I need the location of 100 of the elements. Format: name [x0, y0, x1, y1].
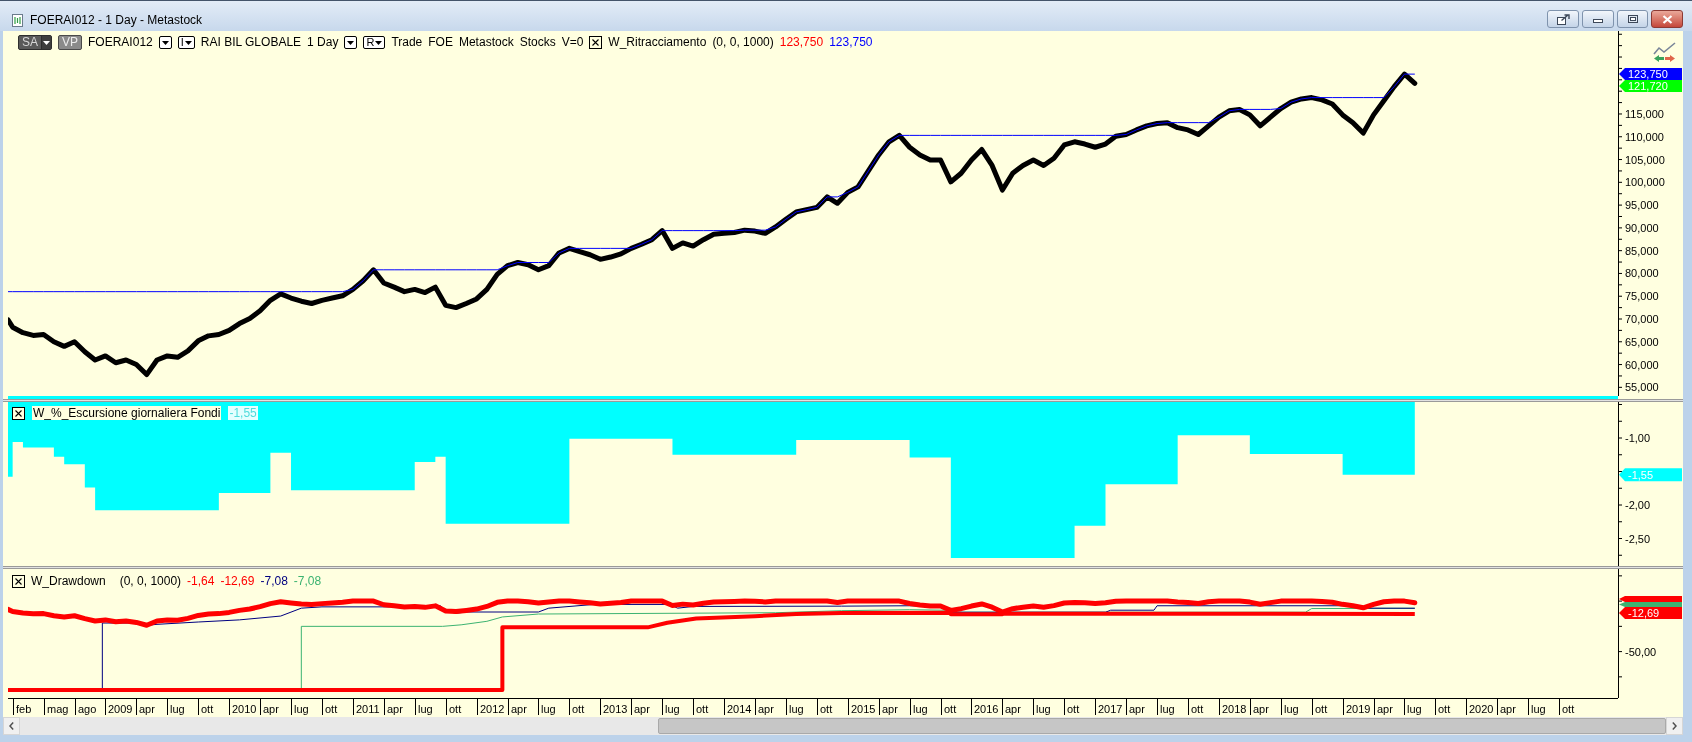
date-label: 2010: [232, 703, 257, 715]
axis-label: 55,000: [1625, 381, 1659, 394]
legend-value: 123,750: [779, 35, 824, 50]
date-label: feb: [16, 703, 32, 715]
date-label: ott: [1191, 703, 1204, 715]
legend-label: Metastock: [458, 35, 514, 50]
popout-button[interactable]: [1547, 10, 1579, 28]
scrollbar-thumb[interactable]: [658, 718, 1666, 734]
date-label: apr: [511, 703, 527, 715]
date-label: 2018: [1222, 703, 1247, 715]
legend-label: RAI BIL GLOBALE: [200, 35, 302, 50]
date-label: ott: [1315, 703, 1328, 715]
legend-label: W_Ritracciamento: [608, 35, 707, 50]
date-label: apr: [139, 703, 155, 715]
minimize-icon: [1593, 19, 1603, 23]
date-label: lug: [789, 703, 804, 715]
indicator-title: W_Drawdown: [31, 574, 106, 588]
caret-icon: [161, 40, 169, 45]
chart-arrows-icon[interactable]: [1653, 42, 1676, 62]
chevron-left-icon: [9, 722, 14, 730]
date-label: ott: [1438, 703, 1451, 715]
date-label: apr: [1005, 703, 1021, 715]
axis-label: -50,00: [1625, 645, 1657, 658]
minimize-button[interactable]: [1582, 10, 1614, 28]
date-label: ago: [78, 703, 97, 715]
date-label: lug: [1531, 703, 1546, 715]
legend-value: -7,08: [260, 574, 288, 588]
scroll-left-button[interactable]: [3, 717, 20, 735]
close-button[interactable]: [12, 574, 25, 588]
legend-value: 123,750: [829, 35, 873, 50]
dropdown-button[interactable]: [158, 36, 172, 49]
date-label: lug: [913, 703, 928, 715]
axis-label: 65,000: [1625, 335, 1659, 348]
date-label: apr: [634, 703, 650, 715]
chevron-right-icon: [1672, 722, 1677, 730]
dropdown-button[interactable]: I: [177, 36, 195, 49]
date-label: ott: [944, 703, 957, 715]
legend-label: V=0: [561, 35, 584, 50]
date-label: 2020: [1469, 703, 1494, 715]
date-label: ott: [1067, 703, 1080, 715]
axis-label: -2,50: [1625, 532, 1651, 545]
date-label: 2015: [851, 703, 876, 715]
close-icon: [15, 409, 22, 417]
date-label: ott: [572, 703, 585, 715]
axis-label: 80,000: [1625, 267, 1659, 280]
date-label: apr: [1500, 703, 1516, 715]
close-icon: [1661, 14, 1673, 24]
dropdown-button[interactable]: R: [363, 36, 386, 49]
legend-label: (0, 0, 1000): [712, 35, 774, 50]
close-button[interactable]: [589, 36, 603, 49]
date-label: lug: [665, 703, 680, 715]
caret-icon: [347, 40, 355, 45]
legend-value: -7,08: [293, 574, 322, 588]
maximize-icon: [1627, 15, 1638, 23]
axis-label: 70,000: [1625, 313, 1659, 325]
date-label: 2016: [974, 703, 999, 715]
axis-label: 115,000: [1625, 108, 1664, 120]
date-label: mag: [47, 703, 69, 715]
legend-label: Trade: [391, 35, 423, 50]
date-label: ott: [820, 703, 833, 715]
date-label: apr: [387, 703, 403, 715]
window-arrow-icon: [1556, 13, 1570, 25]
value-tag: 121,720: [1619, 80, 1682, 93]
axis-label: 90,000: [1625, 221, 1659, 234]
date-label: ott: [325, 703, 338, 715]
date-label: 2014: [727, 703, 752, 715]
axis-label: 100,000: [1625, 176, 1665, 189]
maximize-button[interactable]: [1617, 10, 1648, 28]
date-label: apr: [758, 703, 774, 715]
legend-value: -1,64: [187, 574, 215, 588]
axis-label: 85,000: [1625, 244, 1659, 257]
close-button[interactable]: [1651, 10, 1683, 28]
window-title: FOERAI012 - 1 Day - Metastock: [30, 13, 203, 27]
indicator-params: (0, 0, 1000): [119, 574, 182, 588]
date-label: lug: [294, 703, 309, 715]
caret-icon: [43, 40, 50, 45]
scroll-right-button[interactable]: [1666, 717, 1683, 735]
date-label: ott: [1562, 703, 1575, 715]
indicator-title: W_%_Escursione giornaliera Fondi: [32, 406, 222, 420]
close-icon: [15, 577, 22, 585]
axis-label: -2,00: [1625, 499, 1651, 511]
axis-label: 60,000: [1625, 358, 1659, 371]
date-label: apr: [1129, 703, 1145, 715]
axis-label: -1,00: [1625, 432, 1651, 444]
date-label: lug: [170, 703, 185, 715]
axis-label: 75,000: [1625, 290, 1659, 303]
legend-label: Stocks: [519, 35, 556, 50]
date-label: ott: [449, 703, 462, 715]
value-tag: -1,55: [1619, 468, 1682, 482]
legend-label: FOERAI012: [88, 35, 153, 50]
date-label: 2019: [1346, 703, 1371, 715]
caret-icon: [184, 40, 192, 45]
date-label: lug: [418, 703, 433, 715]
date-label: 2013: [603, 703, 628, 715]
legend-label: 1 Day: [307, 35, 339, 50]
close-icon: [592, 39, 600, 46]
date-label: lug: [1160, 703, 1175, 715]
menu-button[interactable]: SA: [18, 35, 52, 50]
dropdown-button[interactable]: [344, 36, 358, 49]
date-label: lug: [1407, 703, 1422, 715]
